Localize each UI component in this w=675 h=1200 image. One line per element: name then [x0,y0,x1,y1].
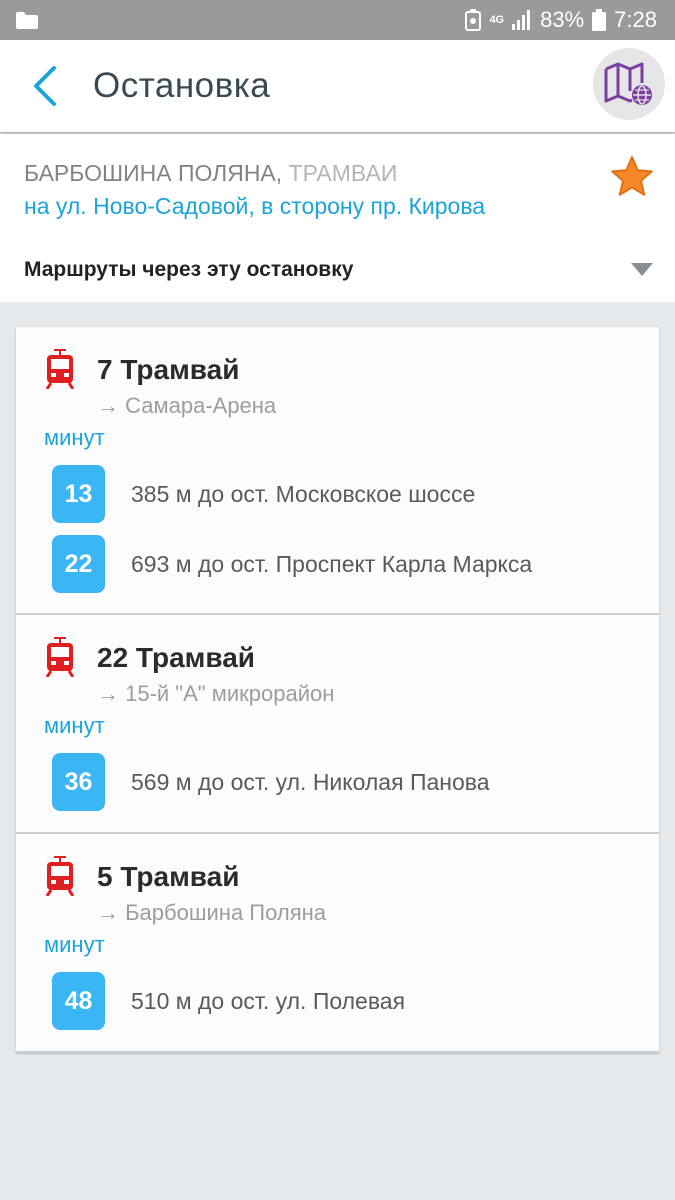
tram-icon [45,349,75,389]
stop-direction: на ул. Ново-Садовой, в сторону пр. Киров… [24,193,486,219]
tram-icon [45,856,75,896]
minutes-label: минут [44,713,105,738]
route-title: 5 Трамвай [97,861,240,892]
battery-saver-icon [465,9,482,31]
signal-icon [512,10,531,30]
minutes-label: минут [44,932,105,957]
status-bar: 4G 83% 7:28 [0,0,675,40]
network-type: 4G [489,14,505,26]
stop-name-line: БАРБОШИНА ПОЛЯНА, ТРАМВАИ [24,160,397,187]
chevron-left-icon [34,66,56,106]
arrival-distance-text: 569 м до ост. ул. Николая Панова [131,769,490,795]
battery-icon [592,9,607,31]
clock: 7:28 [614,7,657,32]
minutes-label: минут [44,425,105,450]
route-card[interactable]: 5 Трамвай → Барбошина Поляна минут 48 51… [16,834,659,1053]
arrival-row: 22 693 м до ост. Проспект Карла Маркса [16,535,659,597]
favorite-star-icon[interactable] [610,154,654,198]
minutes-badge: 22 [52,535,105,593]
routes-list: 7 Трамвай → Самара-Арена минут 13 385 м … [16,327,659,1053]
route-card[interactable]: 22 Трамвай → 15-й "А" микрорайон минут 3… [16,615,659,834]
stop-name-separator: , [275,160,283,186]
minutes-badge: 48 [52,972,105,1030]
map-globe-icon [604,62,652,105]
routes-section-header[interactable]: Маршруты через эту остановку [24,258,353,282]
battery-percent: 83% [540,7,585,32]
map-button[interactable] [593,48,665,120]
back-button[interactable] [26,64,70,108]
stop-info-panel: БАРБОШИНА ПОЛЯНА, ТРАМВАИ на ул. Ново-Са… [0,134,675,302]
route-title: 7 Трамвай [97,354,240,385]
tram-icon [45,637,75,677]
arrival-distance-text: 385 м до ост. Московское шоссе [131,481,476,507]
page-title: Остановка [93,66,271,105]
route-destination: → 15-й "А" микрорайон [97,681,335,706]
app-bar: Остановка [0,40,675,132]
dropdown-arrow-icon[interactable] [631,263,653,277]
route-destination: → Барбошина Поляна [97,900,326,925]
stop-type: ТРАМВАИ [288,160,398,186]
route-card[interactable]: 7 Трамвай → Самара-Арена минут 13 385 м … [16,327,659,615]
arrival-distance-text: 693 м до ост. Проспект Карла Маркса [131,551,533,577]
arrival-row: 48 510 м до ост. ул. Полевая [16,972,659,1034]
route-destination: → Самара-Арена [97,393,277,418]
minutes-badge: 36 [52,753,105,811]
minutes-badge: 13 [52,465,105,523]
route-title: 22 Трамвай [97,642,255,673]
arrival-distance-text: 510 м до ост. ул. Полевая [131,988,406,1014]
arrival-row: 13 385 м до ост. Московское шоссе [16,465,659,527]
arrival-row: 36 569 м до ост. ул. Николая Панова [16,753,659,815]
stop-name: БАРБОШИНА ПОЛЯНА [24,160,276,186]
folder-icon [16,12,38,29]
